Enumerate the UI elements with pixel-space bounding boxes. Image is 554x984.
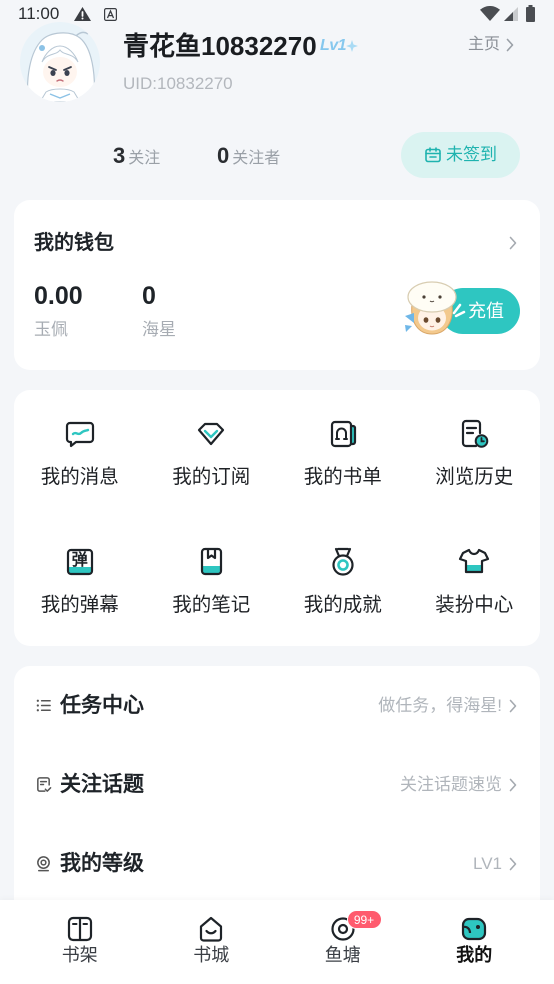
shortcut-label: 我的订阅 (172, 466, 251, 488)
bottom-tab-bar: 书架 书城 99+ 鱼塘 我的 (0, 900, 554, 984)
recharge-label: 充值 (468, 301, 504, 321)
message-icon (63, 417, 97, 451)
shortcut-history[interactable]: 浏览历史 (409, 390, 541, 518)
followers-stat[interactable]: 0 关注者 (217, 142, 280, 170)
mascot-image (400, 278, 466, 338)
task-list-icon (35, 697, 52, 714)
chevron-right-icon (509, 778, 517, 792)
battery-icon (526, 5, 535, 22)
menu-item-label: 关注话题 (60, 773, 144, 796)
shortcut-label: 我的成就 (303, 594, 382, 616)
signal-icon (504, 6, 518, 21)
booklist-icon (326, 417, 360, 451)
level-icon (35, 855, 52, 872)
avatar[interactable] (20, 22, 100, 102)
bookshelf-icon (65, 914, 95, 944)
chevron-right-icon (509, 699, 517, 713)
tab-label: 书城 (193, 945, 230, 965)
shortcut-label: 我的弹幕 (40, 594, 119, 616)
shortcut-label: 我的书单 (303, 466, 382, 488)
shortcut-notes[interactable]: 我的笔记 (146, 518, 278, 646)
menu-list: 任务中心 做任务，得海星! 关注话题 关注话题速览 我的等级 LV1 (14, 666, 540, 916)
menu-item-hint: LV1 (473, 854, 502, 873)
tab-bookstore[interactable]: 书城 (146, 900, 278, 984)
chevron-right-icon[interactable] (509, 236, 517, 250)
sparkle-icon (346, 40, 359, 52)
checkin-button[interactable]: 未签到 (401, 132, 520, 178)
achievement-icon (326, 545, 360, 579)
wifi-icon (480, 6, 500, 21)
followers-count: 0 (217, 143, 230, 168)
danmaku-icon-glyph: 弹 (71, 552, 88, 569)
shortcut-messages[interactable]: 我的消息 (14, 390, 146, 518)
shortcut-booklists[interactable]: 我的书单 (277, 390, 409, 518)
tab-label: 我的 (456, 945, 493, 965)
jade-balance-value[interactable]: 0.00 (34, 281, 83, 311)
shortcut-label: 我的笔记 (172, 594, 251, 616)
level-badge-text: Lv1 (320, 37, 347, 54)
tab-profile[interactable]: 我的 (409, 900, 541, 984)
danmaku-icon: 弹 (63, 545, 97, 579)
shortcut-dress-up[interactable]: 装扮中心 (409, 518, 541, 646)
menu-item-level[interactable]: 我的等级 LV1 (14, 824, 540, 903)
menu-item-tasks[interactable]: 任务中心 做任务，得海星! (14, 666, 540, 745)
homepage-link[interactable]: 主页 (468, 34, 514, 56)
menu-item-label: 任务中心 (60, 694, 144, 717)
bookstore-icon (196, 914, 226, 944)
following-count: 3 (113, 143, 126, 168)
followers-label: 关注者 (232, 150, 281, 167)
shortcut-grid: 我的消息 我的订阅 我的书单 浏览历史 弹 我的弹幕 我的笔记 我的成就 装扮中… (14, 390, 540, 646)
tab-fishpond[interactable]: 99+ 鱼塘 (277, 900, 409, 984)
shortcut-danmaku[interactable]: 弹 我的弹幕 (14, 518, 146, 646)
following-stat[interactable]: 3 关注 (113, 142, 160, 170)
jade-balance-label: 玉佩 (34, 320, 68, 339)
username: 青花鱼10832270 (123, 31, 317, 61)
tab-label: 书架 (61, 945, 98, 965)
tab-bookshelf[interactable]: 书架 (14, 900, 146, 984)
starfish-balance-label: 海星 (142, 320, 176, 339)
user-id: UID:10832270 (123, 74, 233, 93)
menu-item-hint: 做任务，得海星! (378, 696, 502, 715)
warning-icon (73, 6, 92, 22)
shortcut-label: 装扮中心 (435, 594, 514, 616)
chevron-right-icon (506, 38, 514, 52)
profile-icon (459, 914, 489, 944)
calendar-icon (424, 146, 442, 164)
notification-badge: 99+ (346, 910, 382, 929)
menu-item-hint: 关注话题速览 (400, 775, 502, 794)
shortcut-subscriptions[interactable]: 我的订阅 (146, 390, 278, 518)
topic-icon (35, 776, 52, 793)
wallet-title: 我的钱包 (34, 232, 114, 254)
notes-icon (194, 545, 228, 579)
menu-item-topics[interactable]: 关注话题 关注话题速览 (14, 745, 540, 824)
checkin-label: 未签到 (446, 145, 497, 164)
font-a-icon (104, 8, 117, 21)
following-label: 关注 (128, 150, 161, 167)
shortcut-achievements[interactable]: 我的成就 (277, 518, 409, 646)
menu-item-label: 我的等级 (60, 852, 144, 875)
shortcut-label: 浏览历史 (435, 466, 514, 488)
homepage-link-label: 主页 (468, 36, 501, 53)
chevron-right-icon (509, 857, 517, 871)
starfish-balance-value[interactable]: 0 (142, 281, 156, 311)
shortcut-label: 我的消息 (40, 466, 119, 488)
level-badge: Lv1 (320, 36, 359, 56)
dress-up-icon (457, 545, 491, 579)
wallet-card: 我的钱包 0.00 玉佩 0 海星 充值 (14, 200, 540, 370)
tab-label: 鱼塘 (324, 945, 361, 965)
status-bar: 11:00 (0, 0, 554, 28)
subscription-icon (194, 417, 228, 451)
history-icon (457, 417, 491, 451)
